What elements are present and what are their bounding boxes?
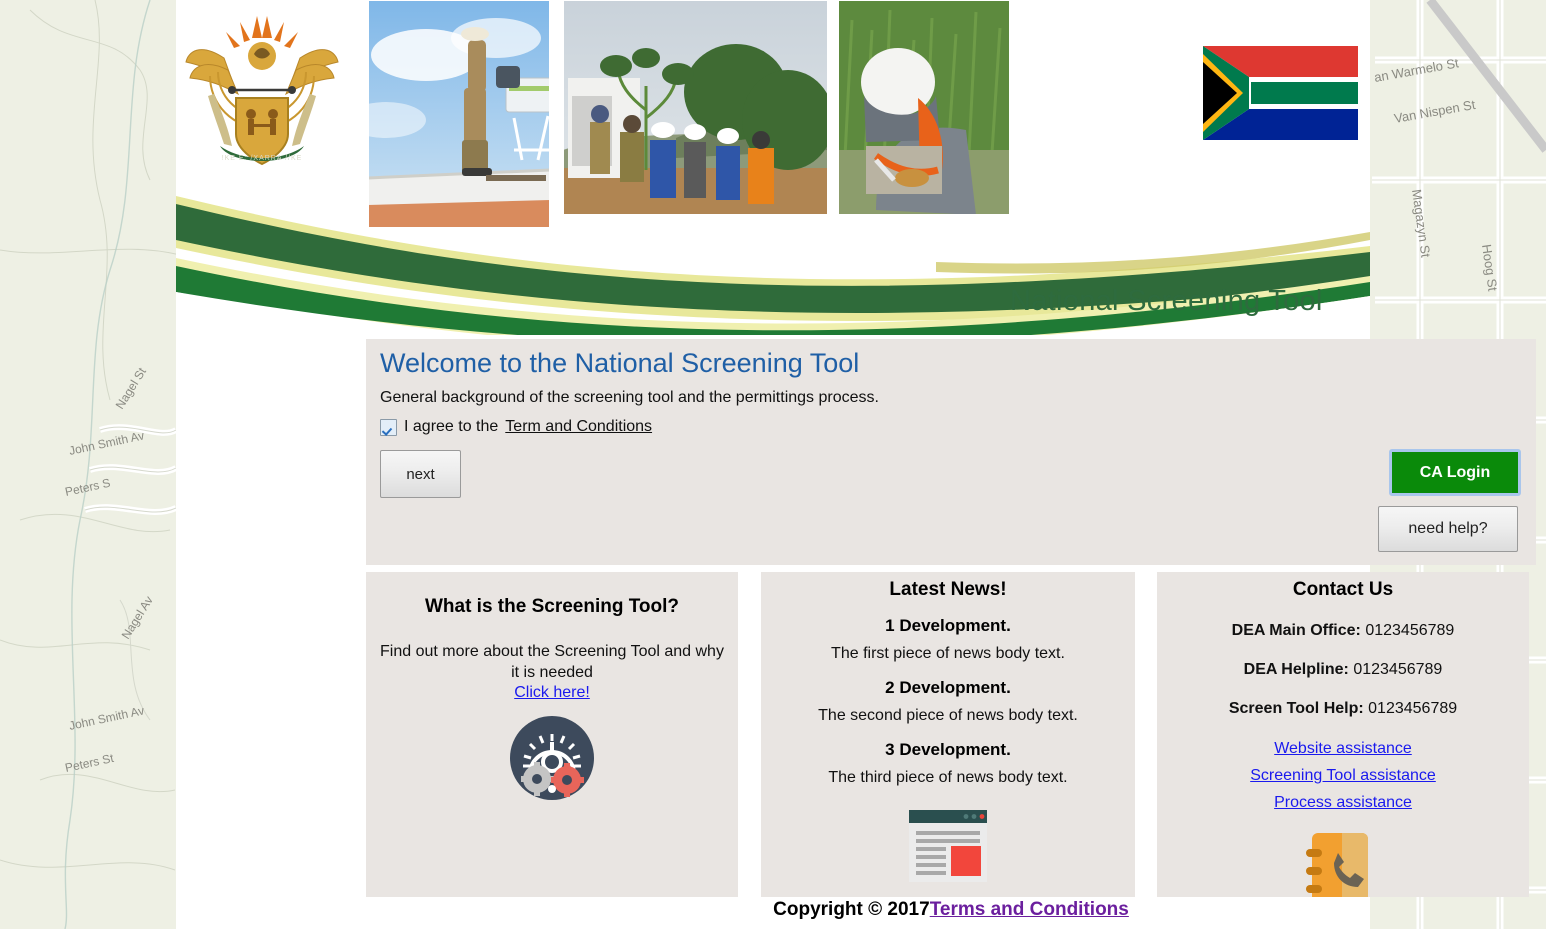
contact-entry: Screen Tool Help: 0123456789 [1228, 700, 1458, 717]
agree-checkbox[interactable] [380, 418, 397, 436]
address-book-phone-icon [1157, 829, 1529, 897]
terms-and-conditions-link[interactable]: Term and Conditions [505, 418, 652, 436]
terms-agreement-row: I agree to the Term and Conditions [380, 418, 652, 436]
next-button[interactable]: next [380, 450, 461, 498]
website-assistance-link[interactable]: Website assistance [1274, 735, 1412, 762]
svg-text:!KE E: /XARRA //KE: !KE E: /XARRA //KE [222, 155, 303, 162]
agree-label: I agree to the [404, 418, 499, 435]
about-title: What is the Screening Tool? [424, 596, 680, 617]
about-link-wrap: Click here! [366, 684, 738, 702]
contact-entry: DEA Helpline: 0123456789 [1243, 661, 1443, 678]
news-item: 2 Development. The second piece of news … [761, 678, 1135, 725]
welcome-subtitle: General background of the screening tool… [380, 389, 879, 406]
news-body: The third piece of news body text. [828, 769, 1068, 786]
news-body: The first piece of news body text. [831, 645, 1065, 662]
gears-icon [366, 715, 738, 805]
site-banner: !KE E: /XARRA //KE National Screening To… [176, 0, 1370, 335]
need-help-button[interactable]: need help? [1378, 506, 1518, 552]
contact-panel: Contact Us DEA Main Office: 0123456789 D… [1157, 572, 1529, 897]
news-item: 1 Development. The first piece of news b… [761, 616, 1135, 663]
news-heading: 2 Development. [885, 678, 1011, 697]
contact-label: DEA Main Office [1231, 622, 1356, 639]
contact-entry: DEA Main Office: 0123456789 [1231, 622, 1455, 639]
news-body: The second piece of news body text. [818, 707, 1078, 724]
about-click-here-link[interactable]: Click here! [514, 684, 590, 702]
banner-title: National Screening Tool [1010, 285, 1323, 317]
page-container: !KE E: /XARRA //KE National Screening To… [176, 0, 1536, 929]
news-title: Latest News! [889, 579, 1007, 600]
page-title: Welcome to the National Screening Tool [380, 348, 860, 378]
contact-value: 0123456789 [1368, 700, 1458, 717]
news-heading: 1 Development. [885, 616, 1011, 635]
news-panel: Latest News! 1 Development. The first pi… [761, 572, 1135, 897]
contact-title: Contact Us [1292, 579, 1394, 600]
footer-terms-link[interactable]: Terms and Conditions [930, 899, 1129, 920]
welcome-panel: Welcome to the National Screening Tool G… [366, 339, 1536, 565]
news-article-icon [761, 810, 1135, 887]
footer: Copyright © 2017Terms and Conditions [366, 899, 1536, 921]
about-body: Find out more about the Screening Tool a… [380, 643, 724, 681]
screening-tool-assistance-link[interactable]: Screening Tool assistance [1250, 762, 1436, 789]
contact-links: Website assistance Screening Tool assist… [1157, 735, 1529, 817]
news-heading: 3 Development. [885, 740, 1011, 759]
process-assistance-link[interactable]: Process assistance [1274, 789, 1412, 816]
south-african-flag [1203, 46, 1358, 140]
about-panel: What is the Screening Tool? Find out mor… [366, 572, 738, 897]
contact-label: DEA Helpline [1243, 661, 1344, 678]
contact-label: Screen Tool Help [1228, 700, 1359, 717]
contact-value: 0123456789 [1365, 622, 1455, 639]
news-item: 3 Development. The third piece of news b… [761, 740, 1135, 787]
ca-login-button[interactable]: CA Login [1389, 449, 1521, 496]
contact-value: 0123456789 [1353, 661, 1443, 678]
copyright-text: Copyright © 2017 [773, 899, 930, 920]
